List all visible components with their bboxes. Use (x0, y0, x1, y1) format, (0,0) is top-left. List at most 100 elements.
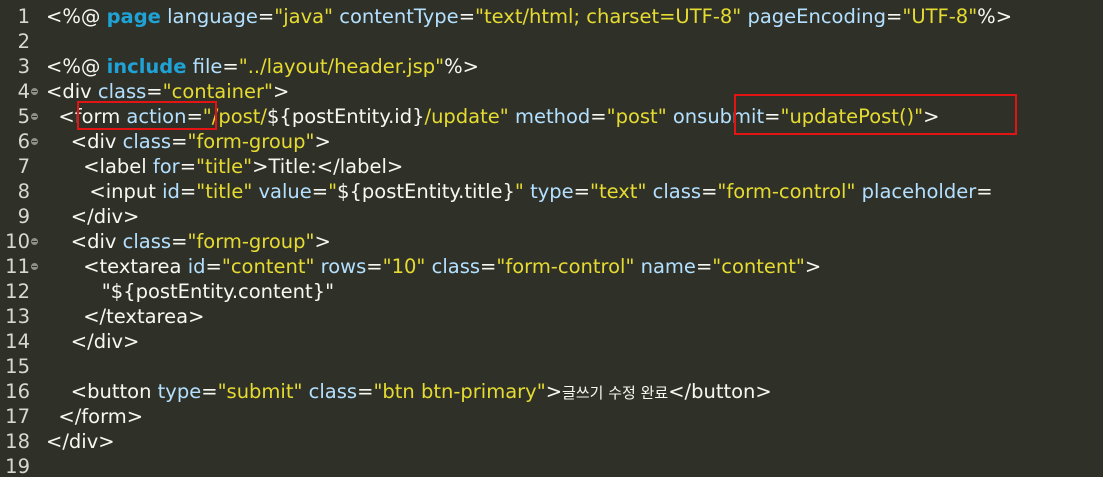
code-line[interactable]: 3 <%@ include file="../layout/header.jsp"… (0, 54, 1103, 79)
code-token: contentType (339, 5, 459, 28)
code-editor[interactable]: 1 <%@ page language="java" contentType="t… (0, 0, 1103, 477)
code-token: = (573, 180, 590, 203)
code-token: "updatePost()" (780, 105, 924, 128)
line-number: 8 (17, 180, 30, 203)
code-token: = (357, 380, 374, 403)
fold-toggle-icon[interactable] (31, 263, 38, 270)
code-token: "content" (221, 255, 315, 278)
fold-toggle-icon[interactable] (31, 138, 38, 145)
fold-toggle-icon[interactable] (31, 88, 38, 95)
code-token: <button (46, 380, 158, 403)
code-token: "btn btn-primary" (373, 380, 546, 403)
code-token: > (545, 380, 563, 403)
code-token: = (590, 105, 607, 128)
code-line[interactable]: 2 (0, 29, 1103, 54)
code-token: 글쓰기 수정 완료 (562, 384, 669, 402)
code-token: "container" (162, 80, 273, 103)
code-token: class (122, 130, 172, 153)
code-token: = (701, 180, 718, 203)
code-token: page (106, 5, 161, 28)
line-number: 3 (17, 55, 30, 78)
line-number: 15 (5, 355, 30, 378)
code-line[interactable]: 1 <%@ page language="java" contentType="t… (0, 4, 1103, 29)
code-token: "10" (382, 255, 426, 278)
code-text: <div class="form-group"> (46, 129, 331, 154)
code-token: > (272, 80, 290, 103)
code-line[interactable]: 17 </form> (0, 404, 1103, 429)
line-number: 6 (17, 130, 30, 153)
code-token: = (146, 80, 163, 103)
code-token: "text/html; charset=UTF-8" (475, 5, 742, 28)
code-line[interactable]: 15 (0, 354, 1103, 379)
code-text: </div> (46, 204, 140, 229)
code-line[interactable]: 8 <input id="title" value="${postEntity.… (0, 179, 1103, 204)
line-number: 14 (5, 330, 30, 353)
code-token: placeholder (861, 180, 977, 203)
code-token: "post" (606, 105, 667, 128)
code-token: "title" (196, 180, 253, 203)
line-number: 13 (5, 305, 30, 328)
code-token: = (458, 5, 476, 28)
line-number: 11 (5, 255, 30, 278)
code-token: <div (46, 230, 123, 253)
code-text: </div> (46, 429, 115, 454)
line-number: 19 (5, 455, 30, 477)
code-token: = (695, 255, 713, 278)
code-token: file (192, 55, 223, 78)
code-line[interactable]: 7 <label for="title">Title:</label> (0, 154, 1103, 179)
code-token: = (171, 230, 188, 253)
code-line[interactable]: 9 </div> (0, 204, 1103, 229)
code-token: id (187, 255, 206, 278)
code-token: >Title:</label> (252, 155, 404, 178)
code-token: include (106, 55, 187, 78)
code-line[interactable]: 11 <textarea id="content" rows="10" clas… (0, 254, 1103, 279)
code-token: </form> (46, 405, 144, 428)
code-line[interactable]: 14 </div> (0, 329, 1103, 354)
code-token: /update" (424, 105, 509, 128)
fold-toggle-icon[interactable] (31, 238, 38, 245)
line-number: 5 (17, 105, 30, 128)
code-token: <form (46, 105, 127, 128)
code-token: for (152, 155, 180, 178)
code-token: id (162, 180, 180, 203)
code-line[interactable]: 16 <button type="submit" class="btn btn-… (0, 379, 1103, 404)
code-token: method (514, 105, 591, 128)
code-token: = (886, 5, 903, 28)
code-token: "content" (712, 255, 805, 278)
code-token: > (804, 255, 822, 278)
code-token: > (923, 105, 940, 128)
code-token: "java" (274, 5, 334, 28)
code-text: </form> (46, 404, 143, 429)
code-line[interactable]: 13 </textarea> (0, 304, 1103, 329)
code-token: language (167, 5, 258, 28)
code-token: " (514, 180, 524, 203)
code-token: </button> (668, 380, 772, 403)
code-text: <%@ page language="java" contentType="te… (46, 4, 1012, 29)
code-token: action (126, 105, 187, 128)
code-token: = (257, 5, 275, 28)
code-line[interactable]: 5 <form action="/post/${postEntity.id}/u… (0, 104, 1103, 129)
code-line[interactable]: 6 <div class="form-group"> (0, 129, 1103, 154)
code-token: > (314, 230, 331, 253)
code-token: = (201, 380, 218, 403)
code-line[interactable]: 18 </div> (0, 429, 1103, 454)
code-token: <div (46, 130, 123, 153)
code-token: class (652, 180, 702, 203)
code-text: <div class="form-group"> (46, 229, 331, 254)
code-token: </textarea> (46, 305, 205, 328)
code-token: name (640, 255, 696, 278)
code-token: = (480, 255, 497, 278)
code-token: = (179, 155, 197, 178)
code-token: = (186, 105, 203, 128)
fold-toggle-icon[interactable] (31, 113, 38, 120)
code-token: "UTF-8" (902, 5, 978, 28)
code-line[interactable]: 19 (0, 454, 1103, 477)
code-token: "${postEntity.content}" (46, 280, 335, 303)
code-text: <%@ include file="../layout/header.jsp"%… (46, 54, 479, 79)
code-token: </div> (46, 430, 115, 453)
code-token: "form-control" (496, 255, 635, 278)
code-text: <label for="title">Title:</label> (46, 154, 403, 179)
code-line[interactable]: 4 <div class="container"> (0, 79, 1103, 104)
code-line[interactable]: 10 <div class="form-group"> (0, 229, 1103, 254)
code-line[interactable]: 12 "${postEntity.content}" (0, 279, 1103, 304)
